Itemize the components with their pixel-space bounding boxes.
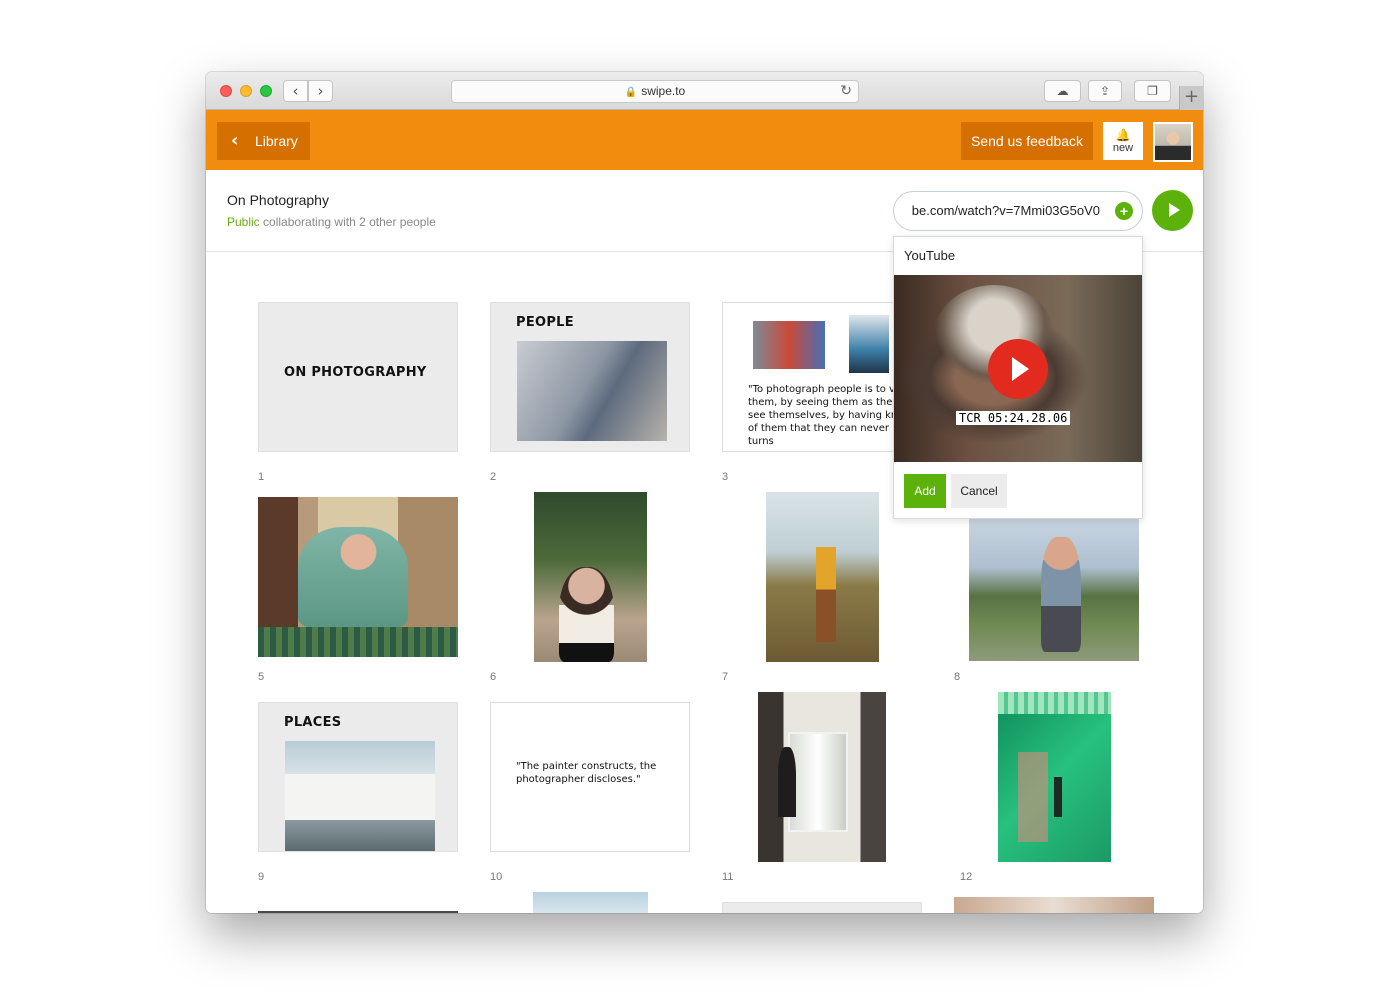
slide-9[interactable]: PLACES: [258, 702, 458, 852]
slide-heading: PLACES: [284, 715, 342, 730]
reload-icon[interactable]: ↻: [840, 81, 852, 102]
close-window-button[interactable]: [220, 85, 232, 97]
user-avatar[interactable]: [1153, 122, 1193, 162]
visibility-link[interactable]: Public: [227, 215, 260, 229]
lock-icon: 🔒: [624, 87, 638, 98]
slide-6[interactable]: [534, 492, 647, 662]
new-tab-button[interactable]: +: [1179, 86, 1203, 110]
slide-number: 1: [258, 471, 265, 483]
share-icon: ⇪: [1099, 84, 1111, 98]
slide-number: 9: [258, 871, 265, 883]
slide-number: 7: [722, 671, 729, 683]
popover-title: YouTube: [904, 248, 956, 263]
slide-number: 5: [258, 671, 265, 683]
share-button[interactable]: ⇪: [1088, 80, 1122, 102]
notifications-label: new: [1112, 142, 1134, 154]
green-room-photo: [1054, 777, 1062, 817]
cancel-button[interactable]: Cancel: [951, 474, 1007, 508]
slide-5[interactable]: [258, 497, 458, 657]
street-photo: [753, 321, 825, 369]
show-tabs-button[interactable]: ❐: [1134, 80, 1171, 102]
slide-number: 3: [722, 471, 729, 483]
woman-field-photo: [816, 547, 836, 642]
notifications-button[interactable]: 🔔 new: [1103, 122, 1143, 160]
slide-13[interactable]: [258, 911, 458, 913]
slide-16[interactable]: [954, 897, 1154, 913]
zoom-window-button[interactable]: [260, 85, 272, 97]
youtube-embed-popover: YouTube TCR 05:24.28.06 Add Cancel: [893, 236, 1143, 519]
youtube-play-icon[interactable]: [988, 339, 1048, 399]
plus-icon: +: [1183, 86, 1200, 107]
slide-number: 10: [490, 871, 503, 883]
add-media-icon[interactable]: +: [1115, 202, 1133, 220]
slide-8[interactable]: [969, 517, 1139, 661]
woman-photo: [559, 567, 614, 662]
media-url-value: be.com/watch?v=7Mmi03G5oV0: [911, 203, 1100, 218]
slide-number: 8: [954, 671, 961, 683]
browser-toolbar: ‹ › 🔒 swipe.to ↻ ☁ ⇪ ❐ +: [206, 72, 1203, 110]
library-label: Library: [255, 133, 298, 149]
portrait-photo: [849, 315, 889, 373]
slide-10[interactable]: "The painter constructs, the photographe…: [490, 702, 690, 852]
deck-sharing-status: Public collaborating with 2 other people: [227, 215, 436, 229]
slide-number: 11: [722, 871, 734, 883]
slide-15[interactable]: [722, 902, 922, 913]
app-top-bar: ‹ Library Send us feedback 🔔 new: [206, 110, 1203, 170]
slide-7[interactable]: [766, 492, 879, 662]
slide-number: 2: [490, 471, 497, 483]
cloud-icon: ☁: [1056, 84, 1069, 98]
slide-11[interactable]: [758, 692, 886, 862]
chevron-left-icon: ‹: [231, 130, 239, 151]
man-eating-photo: [298, 527, 408, 627]
browser-window: ‹ › 🔒 swipe.to ↻ ☁ ⇪ ❐ + ‹ Library Send u…: [206, 72, 1203, 913]
icloud-tabs-button[interactable]: ☁: [1044, 80, 1081, 102]
send-feedback-button[interactable]: Send us feedback: [961, 122, 1093, 160]
slide-heading: ON PHOTOGRAPHY: [284, 365, 427, 380]
places-photo: [285, 741, 435, 851]
man-landscape-photo: [1041, 537, 1081, 652]
forward-button[interactable]: ›: [308, 80, 333, 102]
present-play-button[interactable]: [1152, 190, 1193, 231]
people-photo: [517, 341, 667, 441]
chevron-left-icon: ‹: [292, 82, 299, 100]
slide-number: 12: [960, 871, 973, 883]
deck-title[interactable]: On Photography: [227, 192, 329, 208]
media-url-input[interactable]: be.com/watch?v=7Mmi03G5oV0 +: [893, 191, 1143, 231]
minimize-window-button[interactable]: [240, 85, 252, 97]
slide-number: 6: [490, 671, 497, 683]
add-button[interactable]: Add: [904, 474, 946, 508]
address-text: swipe.to: [641, 84, 686, 98]
video-timecode: TCR 05:24.28.06: [956, 411, 1071, 425]
slide-2[interactable]: PEOPLE: [490, 302, 690, 452]
slide-12[interactable]: [998, 692, 1111, 862]
tabs-icon: ❐: [1147, 84, 1158, 98]
bell-icon: 🔔: [1115, 128, 1131, 142]
doorway-photo: [788, 732, 848, 832]
slide-14[interactable]: [533, 892, 648, 913]
chevron-right-icon: ›: [317, 82, 324, 100]
library-button[interactable]: ‹ Library: [217, 122, 310, 160]
address-bar[interactable]: 🔒 swipe.to ↻: [451, 80, 859, 103]
slide-quote: "The painter constructs, the photographe…: [516, 761, 657, 785]
slide-1[interactable]: ON PHOTOGRAPHY: [258, 302, 458, 452]
slide-heading: PEOPLE: [516, 315, 574, 330]
video-preview[interactable]: TCR 05:24.28.06: [894, 275, 1142, 462]
collaboration-text: collaborating with 2 other people: [259, 215, 436, 229]
back-button[interactable]: ‹: [283, 80, 308, 102]
